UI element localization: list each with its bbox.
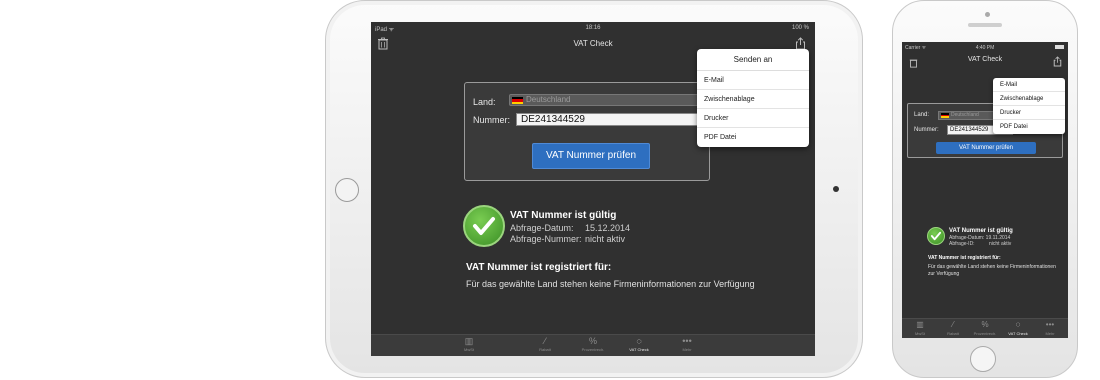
registered-text: Für das gewählte Land stehen keine Firme…: [928, 264, 1056, 277]
page-title: VAT Check: [967, 56, 1003, 63]
iphone-home-button[interactable]: [970, 346, 996, 372]
battery-icon: [1055, 45, 1064, 49]
tab-mwst[interactable]: ▥ MwSt: [905, 319, 935, 338]
popover-item-email[interactable]: E-Mail: [697, 71, 809, 90]
status-time: 18:16: [585, 25, 601, 31]
popover-item-clipboard[interactable]: Zwischenablage: [697, 90, 809, 109]
ipad-tab-bar: ▥ MwSt ⁄ Rabatt % Prozentrech. ◌ VAT Check •…: [371, 334, 815, 356]
tab-label: Mehr: [682, 347, 692, 352]
land-label: Land:: [914, 112, 930, 118]
discount-icon: ⁄: [952, 320, 954, 329]
tab-mehr[interactable]: ••• Mehr: [669, 335, 705, 356]
ipad-camera: [833, 186, 839, 192]
nummer-label: Nummer:: [914, 127, 939, 133]
vat-number-input[interactable]: DE241344529: [516, 113, 700, 126]
popover-header: Senden an: [697, 49, 809, 71]
valid-title: VAT Nummer ist gültig: [510, 210, 617, 221]
country-select[interactable]: Deutschland: [509, 94, 699, 106]
share-icon[interactable]: [1053, 54, 1062, 72]
tab-rabatt[interactable]: ⁄ Rabatt: [527, 335, 563, 356]
ipad-home-button[interactable]: [335, 178, 359, 202]
tab-rabatt[interactable]: ⁄ Rabatt: [938, 319, 968, 338]
tab-vat-check[interactable]: ◌ VAT Check: [621, 335, 657, 356]
ipad-screen: iPad ᯤ 18:16 100 % VAT Check Land: Deuts…: [371, 22, 815, 356]
percent-icon: %: [588, 336, 597, 346]
query-label: Abfrage-ID:: [949, 241, 975, 247]
check-vat-button[interactable]: VAT Nummer prüfen: [936, 142, 1036, 154]
tab-mwst[interactable]: ▥ MwSt: [451, 335, 487, 356]
query-value: nicht aktiv: [989, 241, 1012, 247]
popover-item-pdf[interactable]: PDF Datei: [993, 120, 1065, 134]
tab-label: Prozentrech.: [581, 347, 605, 352]
more-icon: •••: [682, 336, 692, 346]
iphone-screen: Carrier ᯤ 4:40 PM VAT Check Land: Deutsc…: [902, 42, 1068, 338]
popover-item-printer[interactable]: Drucker: [993, 106, 1065, 120]
tab-mehr[interactable]: ••• Mehr: [1035, 319, 1065, 338]
tab-label: Rabatt: [539, 347, 551, 352]
percent-icon: %: [981, 320, 989, 329]
nummer-label: Nummer:: [473, 115, 511, 125]
tab-label: Rabatt: [947, 331, 959, 336]
tab-label: Prozentrech.: [973, 331, 997, 336]
valid-title: VAT Nummer ist gültig: [949, 228, 1013, 234]
calculator-icon: ▥: [464, 336, 474, 346]
tab-prozentrechnung[interactable]: % Prozentrech.: [575, 335, 611, 356]
vat-check-icon: ◌: [636, 336, 642, 346]
iphone-tab-bar: ▥ MwSt ⁄ Rabatt % Prozentrech. ◌ VAT Check •…: [902, 318, 1068, 338]
query-label: Abfrage-Nummer:: [510, 234, 582, 244]
tab-label: VAT Check: [1008, 331, 1028, 336]
popover-item-email[interactable]: E-Mail: [993, 78, 1065, 92]
iphone-status-bar: Carrier ᯤ 4:40 PM: [902, 42, 1068, 52]
share-popover: Senden an E-Mail Zwischenablage Drucker …: [697, 49, 809, 147]
calculator-icon: ▥: [916, 320, 924, 329]
registered-text: Für das gewählte Land stehen keine Firme…: [466, 279, 755, 289]
query-value: nicht aktiv: [585, 234, 626, 244]
tab-label: VAT Check: [629, 347, 649, 352]
tab-label: Mehr: [1045, 331, 1055, 336]
status-battery: 100 %: [791, 25, 809, 31]
popover-item-clipboard[interactable]: Zwischenablage: [993, 92, 1065, 106]
iphone-speaker: [968, 23, 1002, 27]
share-popover: E-Mail Zwischenablage Drucker PDF Datei: [993, 78, 1065, 134]
status-time: 4:40 PM: [975, 45, 995, 51]
ipad-status-bar: iPad ᯤ 18:16 100 %: [371, 22, 815, 34]
date-value: 15.12.2014: [585, 223, 631, 233]
date-label: Abfrage-Datum:: [510, 223, 574, 233]
discount-icon: ⁄: [544, 336, 546, 346]
tab-prozentrechnung[interactable]: % Prozentrech.: [970, 319, 1000, 338]
popover-item-pdf[interactable]: PDF Datei: [697, 128, 809, 147]
tab-label: MwSt: [464, 347, 474, 352]
tab-label: MwSt: [915, 331, 925, 336]
germany-flag-icon: [512, 97, 523, 104]
registered-title: VAT Nummer ist registriert für:: [928, 255, 1001, 261]
checkmark-icon: [463, 205, 505, 247]
checkmark-icon: [927, 227, 945, 245]
germany-flag-icon: [941, 113, 949, 118]
popover-item-printer[interactable]: Drucker: [697, 109, 809, 128]
tab-vat-check[interactable]: ◌ VAT Check: [1003, 319, 1033, 338]
page-title: VAT Check: [573, 39, 613, 48]
more-icon: •••: [1045, 320, 1055, 329]
vat-check-icon: ◌: [1015, 320, 1021, 329]
registered-title: VAT Nummer ist registriert für:: [466, 262, 612, 273]
land-label: Land:: [473, 97, 496, 107]
check-vat-button[interactable]: VAT Nummer prüfen: [532, 143, 650, 169]
iphone-camera: [985, 12, 990, 17]
